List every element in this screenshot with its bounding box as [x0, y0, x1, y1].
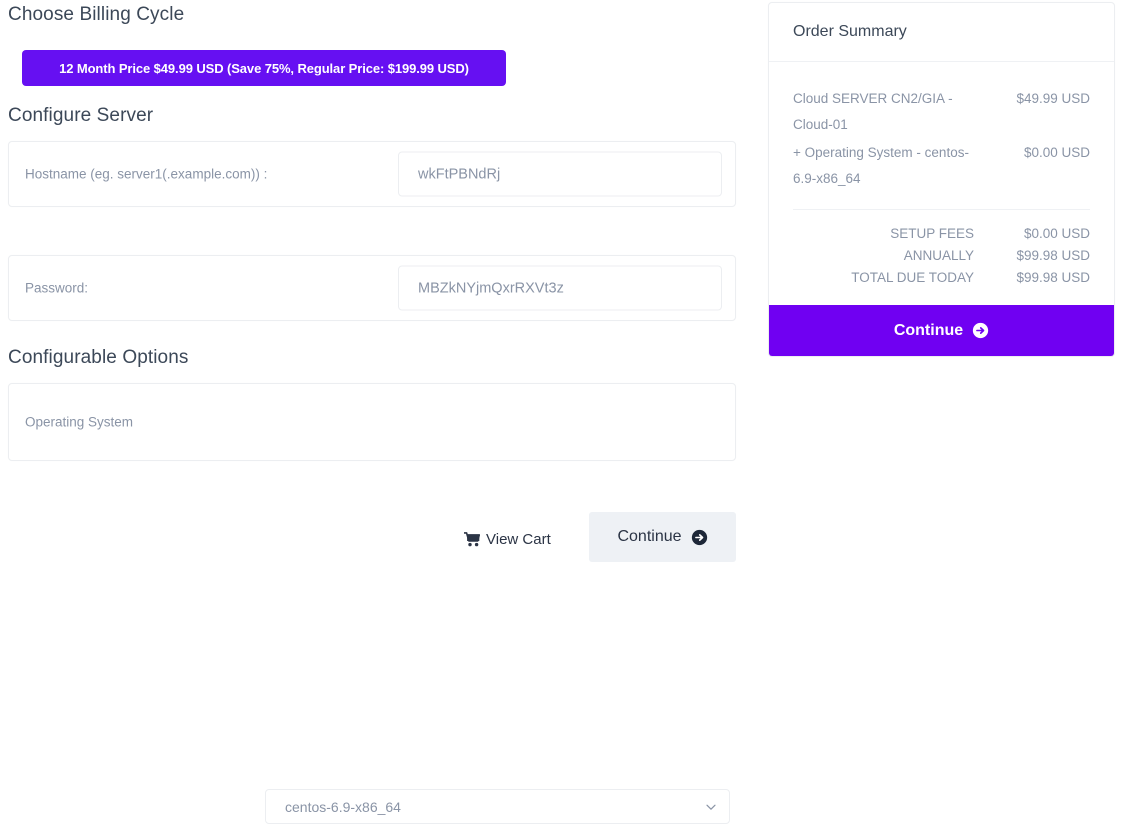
- section-title-configurable-options: Configurable Options: [8, 347, 189, 368]
- view-cart-label: View Cart: [486, 531, 551, 548]
- total-amount: $99.98 USD: [1016, 270, 1090, 285]
- total-label: ANNUALLY: [903, 248, 974, 263]
- total-row: SETUP FEES $0.00 USD: [793, 223, 1090, 245]
- total-amount: $99.98 USD: [1016, 248, 1090, 263]
- checkout-main-column: Choose Billing Cycle 12 Month Price $49.…: [0, 0, 745, 824]
- operating-system-card: Operating System centos-6.9-x86_64: [8, 383, 736, 824]
- hostname-label: Hostname (eg. server1(.example.com)) :: [25, 166, 268, 182]
- continue-button-sidebar-label: Continue: [893, 321, 964, 339]
- password-label: Password:: [25, 280, 89, 296]
- hostname-field-card: Hostname (eg. server1(.example.com)) :: [8, 141, 736, 207]
- continue-button-bottom-label: Continue: [617, 528, 682, 545]
- order-line-description: + Operating System - centos-6.9-x86_64: [793, 145, 969, 186]
- operating-system-label: Operating System: [25, 414, 134, 430]
- order-summary-card: Order Summary Cloud SERVER CN2/GIA - Clo…: [768, 2, 1115, 357]
- total-label: SETUP FEES: [890, 226, 974, 241]
- order-line-amount: $0.00 USD: [1023, 145, 1090, 160]
- continue-button-sidebar[interactable]: Continue: [769, 305, 1114, 356]
- operating-system-select[interactable]: centos-6.9-x86_64: [265, 789, 730, 824]
- bottom-action-bar: View Cart Continue: [0, 505, 745, 562]
- hostname-input[interactable]: [398, 151, 722, 197]
- shopping-cart-icon: [464, 532, 480, 547]
- order-summary-totals: SETUP FEES $0.00 USD ANNUALLY $99.98 USD…: [769, 210, 1114, 305]
- operating-system-select-wrapper: centos-6.9-x86_64: [265, 789, 730, 824]
- section-title-configure-server: Configure Server: [8, 105, 154, 126]
- order-line-item: Cloud SERVER CN2/GIA - Cloud-01 $49.99 U…: [793, 86, 1090, 138]
- arrow-circle-right-icon: [691, 529, 707, 545]
- billing-cycle-option-button[interactable]: 12 Month Price $49.99 USD (Save 75%, Reg…: [22, 50, 506, 86]
- password-input[interactable]: [398, 265, 722, 311]
- total-row: TOTAL DUE TODAY $99.98 USD: [793, 267, 1090, 289]
- order-summary-header: Order Summary: [769, 3, 1114, 62]
- password-field-card: Password:: [8, 255, 736, 321]
- total-label: TOTAL DUE TODAY: [851, 270, 974, 285]
- order-summary-line-items: Cloud SERVER CN2/GIA - Cloud-01 $49.99 U…: [769, 62, 1114, 210]
- order-line-item: + Operating System - centos-6.9-x86_64 $…: [793, 140, 1090, 192]
- arrow-circle-right-icon: [973, 322, 989, 339]
- order-summary-title: Order Summary: [793, 23, 907, 40]
- total-row: ANNUALLY $99.98 USD: [793, 245, 1090, 267]
- page-title-choose-billing-cycle: Choose Billing Cycle: [8, 4, 185, 25]
- total-amount: $0.00 USD: [1023, 226, 1090, 241]
- view-cart-link[interactable]: View Cart: [464, 531, 551, 548]
- continue-button-bottom[interactable]: Continue: [589, 512, 736, 562]
- order-line-description: Cloud SERVER CN2/GIA - Cloud-01: [793, 91, 953, 132]
- order-line-amount: $49.99 USD: [1016, 91, 1090, 106]
